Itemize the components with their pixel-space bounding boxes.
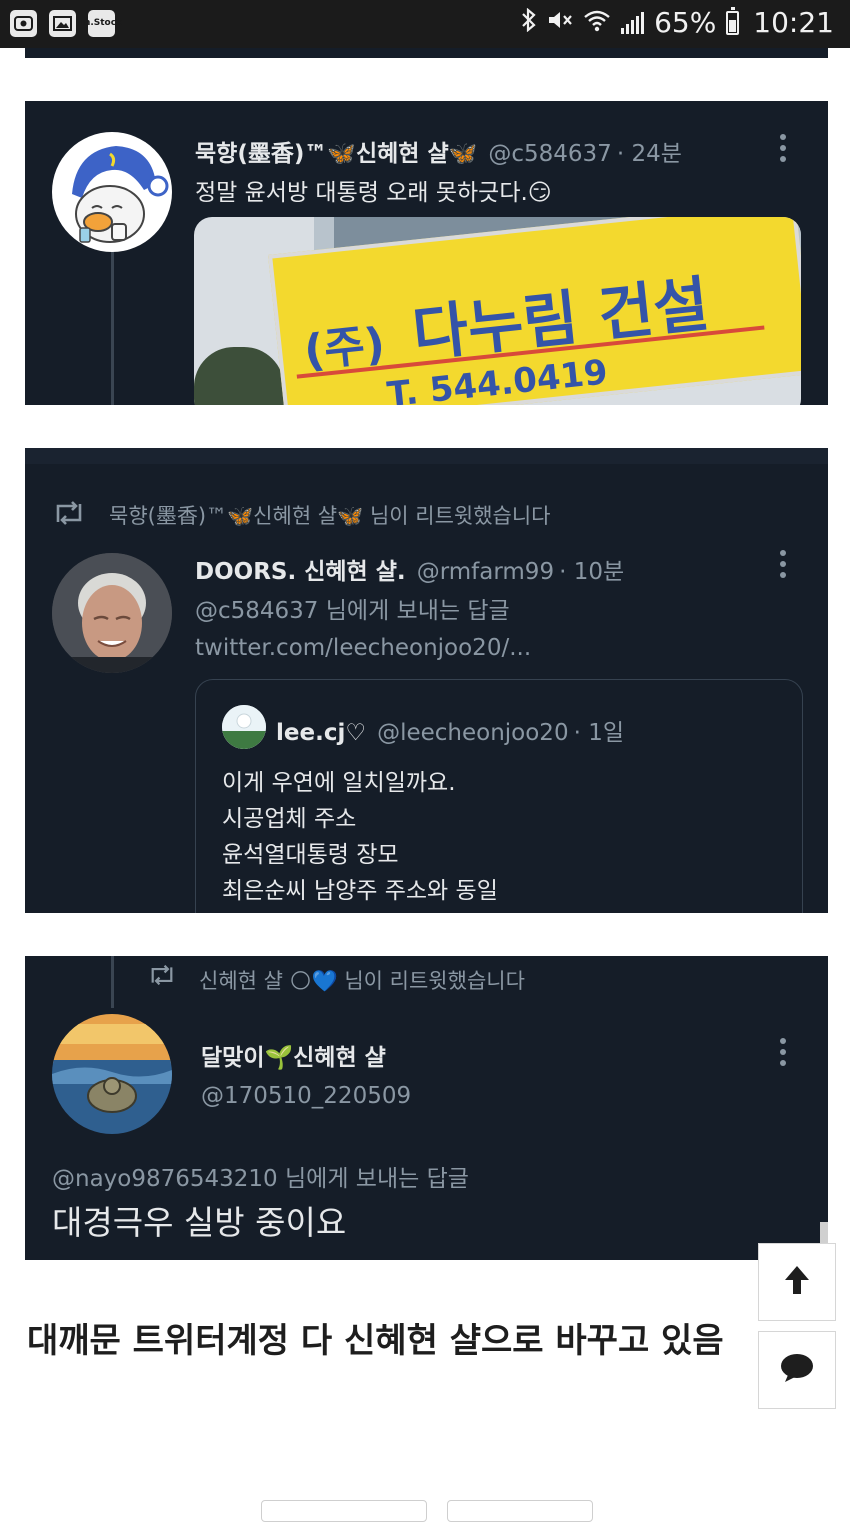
display-name[interactable]: DOORS. 신혜현 샬. <box>195 559 406 585</box>
handle[interactable]: @rmfarm99 <box>417 559 554 585</box>
tweet-screenshot-3: 신혜현 샬 🌕💙 님이 리트윗했습니다 달맞이🌱신혜현 샬 @170510_22… <box>25 956 828 1260</box>
quoted-tweet[interactable]: lee.cj♡ @leecheonjoo20 · 1일 이게 우연에 일치일까요… <box>195 679 803 913</box>
retweet-notice: 묵향(墨香)™🦋신혜현 샬🦋 님이 리트윗했습니다 <box>109 504 551 528</box>
previous-tweet-edge <box>25 448 828 464</box>
tree <box>194 347 284 405</box>
quote-line: 윤석열대통령 장모 <box>222 842 399 868</box>
handle[interactable]: @c584637 <box>488 141 611 167</box>
quote-line: 최은순씨 남양주 주소와 동일 <box>222 878 498 904</box>
speech-bubble-icon <box>780 1353 814 1387</box>
more-options-icon[interactable] <box>780 134 786 167</box>
bottom-button-left[interactable] <box>261 1500 427 1522</box>
tweet-age: · 24분 <box>616 141 682 167</box>
mute-icon <box>547 6 573 39</box>
reply-to[interactable]: @c584637 님에게 보내는 답글 <box>195 591 510 625</box>
tweet-screenshot-2: 묵향(墨香)™🦋신혜현 샬🦋 님이 리트윗했습니다 DOORS. 신혜현 샬. … <box>25 448 828 913</box>
thread-line <box>111 251 114 405</box>
quote-line: 이게 우연에 일치일까요. <box>222 770 456 796</box>
tweet-screenshot-1: 묵향(墨香)™🦋신혜현 샬🦋 @c584637 · 24분 정말 윤서방 대통령… <box>25 101 828 405</box>
quote-line: 시공업체 주소 <box>222 806 357 832</box>
signal-icon <box>621 11 645 34</box>
gallery-icon <box>49 10 76 37</box>
comment-button[interactable] <box>758 1331 836 1409</box>
arrow-up-icon <box>783 1264 811 1300</box>
handle[interactable]: @170510_220509 <box>201 1083 411 1109</box>
more-options-icon[interactable] <box>780 1038 786 1071</box>
tweet-image[interactable]: (주) 다누림 건설 T. 544.0419 <box>194 217 801 405</box>
quote-handle[interactable]: @leecheonjoo20 <box>377 720 569 746</box>
bluetooth-icon <box>521 6 537 39</box>
retweet-icon <box>52 500 86 530</box>
wifi-icon <box>583 6 611 39</box>
screen-record-icon <box>10 10 37 37</box>
tweet-link[interactable]: twitter.com/leecheonjoo20/... <box>195 635 531 661</box>
avatar[interactable] <box>52 132 172 252</box>
battery-percent: 65% <box>654 6 717 39</box>
display-name[interactable]: 달맞이🌱신혜현 샬 <box>201 1038 386 1072</box>
bottom-button-right[interactable] <box>447 1500 593 1522</box>
scroll-to-top-button[interactable] <box>758 1243 836 1321</box>
retweet-icon <box>147 964 177 990</box>
tweet-age: · 10분 <box>559 559 625 585</box>
quote-display-name[interactable]: lee.cj♡ <box>276 720 366 746</box>
thread-line <box>111 956 114 1008</box>
mstock-label: m.Stock <box>80 18 123 28</box>
tweet-text: 정말 윤서방 대통령 오래 못하긋다.😏 <box>195 180 552 206</box>
avatar[interactable] <box>52 1014 172 1134</box>
quote-text: 이게 우연에 일치일까요. 시공업체 주소 윤석열대통령 장모 최은순씨 남양주… <box>222 765 498 909</box>
mstock-icon: m.Stock <box>81 10 122 37</box>
status-bar: m.Stock 65% 10:21 <box>0 0 850 48</box>
reply-to[interactable]: @nayo9876543210 님에게 보내는 답글 <box>52 1159 469 1193</box>
clock: 10:21 <box>753 6 834 39</box>
tweet-text: 대경극우 실방 중이요 <box>52 1203 347 1242</box>
battery-icon <box>726 6 740 35</box>
previous-image-edge <box>25 48 828 58</box>
more-options-icon[interactable] <box>780 550 786 583</box>
retweet-notice: 신혜현 샬 🌕💙 님이 리트윗했습니다 <box>199 969 525 993</box>
quote-avatar[interactable] <box>222 705 266 749</box>
sign-company-name: 다누림 건설 <box>409 269 713 371</box>
display-name[interactable]: 묵향(墨香)™🦋신혜현 샬🦋 <box>195 141 477 167</box>
post-caption: 대깨문 트위터계정 다 신혜현 샬으로 바꾸고 있음 <box>27 1321 724 1361</box>
quote-age: · 1일 <box>573 720 625 746</box>
avatar[interactable] <box>52 553 172 673</box>
